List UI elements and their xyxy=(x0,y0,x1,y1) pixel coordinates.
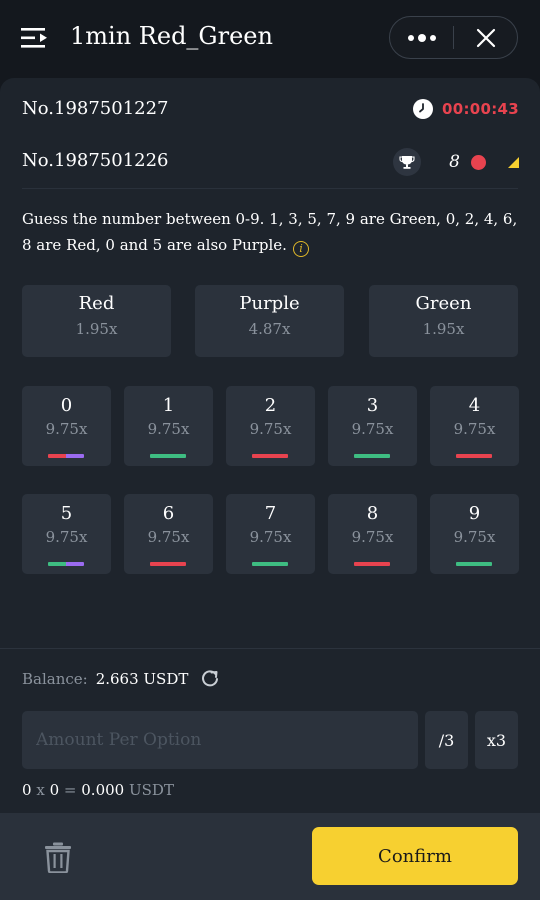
option-odds: 1.95x xyxy=(75,320,118,338)
number-label: 6 xyxy=(162,503,175,524)
summary-count: 0 xyxy=(22,781,32,799)
number-odds: 9.75x xyxy=(45,528,88,546)
number-option-8[interactable]: 8 9.75x xyxy=(328,494,417,574)
option-purple[interactable]: Purple 4.87x xyxy=(195,285,344,357)
option-odds: 4.87x xyxy=(248,320,291,338)
bet-summary: 0 x 0 = 0.000 USDT xyxy=(22,781,174,799)
summary-total: 0.000 xyxy=(81,781,125,799)
color-indicator-bar xyxy=(354,562,390,566)
number-label: 4 xyxy=(468,395,481,416)
countdown: 00:00:43 xyxy=(412,99,519,119)
number-option-6[interactable]: 6 9.75x xyxy=(124,494,213,574)
number-option-4[interactable]: 4 9.75x xyxy=(430,386,519,466)
clock-icon xyxy=(412,99,433,119)
color-indicator-bar xyxy=(150,454,186,458)
option-odds: 1.95x xyxy=(422,320,465,338)
number-odds: 9.75x xyxy=(351,528,394,546)
refresh-icon[interactable] xyxy=(200,669,220,689)
color-indicator-bar xyxy=(48,454,84,458)
previous-issue: No.1987501226 xyxy=(22,150,169,171)
number-odds: 9.75x xyxy=(453,420,496,438)
option-green[interactable]: Green 1.95x xyxy=(369,285,518,357)
color-indicator-bar xyxy=(252,562,288,566)
number-label: 5 xyxy=(60,503,73,524)
number-odds: 9.75x xyxy=(351,420,394,438)
balance-value: 2.663 USDT xyxy=(95,670,189,688)
balance-row: Balance: 2.663 USDT xyxy=(22,669,220,689)
number-label: 2 xyxy=(264,395,277,416)
color-indicator-bar xyxy=(48,562,84,566)
number-odds: 9.75x xyxy=(453,528,496,546)
footer-bar: Confirm xyxy=(0,813,540,900)
number-option-9[interactable]: 9 9.75x xyxy=(430,494,519,574)
rules-description: Guess the number between 0-9. 1, 3, 5, 7… xyxy=(22,206,522,258)
color-indicator-bar xyxy=(252,454,288,458)
number-option-2[interactable]: 2 9.75x xyxy=(226,386,315,466)
number-odds: 9.75x xyxy=(147,420,190,438)
divide-by-3-button[interactable]: /3 xyxy=(425,711,468,769)
color-indicator-bar xyxy=(456,562,492,566)
color-indicator-bar xyxy=(354,454,390,458)
number-label: 1 xyxy=(162,395,175,416)
option-label: Red xyxy=(78,293,115,314)
bet-panel: Balance: 2.663 USDT /3 x3 0 x 0 = 0.000 … xyxy=(0,648,540,813)
number-option-5[interactable]: 5 9.75x xyxy=(22,494,111,574)
number-label: 8 xyxy=(366,503,379,524)
trophy-icon xyxy=(393,148,422,176)
summary-amount: 0 xyxy=(49,781,60,799)
number-odds: 9.75x xyxy=(45,420,88,438)
multiply-by-3-button[interactable]: x3 xyxy=(475,711,518,769)
option-label: Purple xyxy=(239,293,300,314)
header-bar: 1min Red_Green xyxy=(0,0,540,78)
window-capsule xyxy=(389,16,518,59)
number-option-0[interactable]: 0 9.75x xyxy=(22,386,111,466)
number-option-7[interactable]: 7 9.75x xyxy=(226,494,315,574)
expand-triangle-icon[interactable] xyxy=(508,156,519,168)
balance-label: Balance: xyxy=(22,670,88,688)
close-icon xyxy=(476,28,496,47)
summary-equals: = xyxy=(63,781,77,799)
page-title: 1min Red_Green xyxy=(70,22,273,50)
countdown-timer: 00:00:43 xyxy=(441,100,519,118)
info-icon[interactable]: i xyxy=(292,241,309,257)
confirm-button[interactable]: Confirm xyxy=(312,827,518,885)
previous-result-number: 8 xyxy=(449,152,460,172)
option-label: Green xyxy=(415,293,472,314)
amount-input[interactable] xyxy=(22,711,418,769)
number-odds: 9.75x xyxy=(249,528,292,546)
trash-icon[interactable] xyxy=(44,841,72,873)
number-option-1[interactable]: 1 9.75x xyxy=(124,386,213,466)
number-label: 3 xyxy=(366,395,379,416)
option-red[interactable]: Red 1.95x xyxy=(22,285,171,357)
number-odds: 9.75x xyxy=(249,420,292,438)
number-label: 9 xyxy=(468,503,481,524)
capsule-divider xyxy=(453,26,454,49)
summary-times: x xyxy=(36,781,45,799)
close-button[interactable] xyxy=(455,17,517,58)
number-label: 7 xyxy=(264,503,277,524)
more-icon xyxy=(406,33,438,42)
menu-icon[interactable] xyxy=(21,26,49,50)
color-indicator-bar xyxy=(150,562,186,566)
number-option-3[interactable]: 3 9.75x xyxy=(328,386,417,466)
number-label: 0 xyxy=(60,395,73,416)
color-indicator-bar xyxy=(456,454,492,458)
game-panel: No.1987501227 00:00:43 No.1987501226 8 G… xyxy=(0,78,540,648)
current-issue: No.1987501227 xyxy=(22,98,169,119)
rules-text: Guess the number between 0-9. 1, 3, 5, 7… xyxy=(22,210,518,254)
summary-currency: USDT xyxy=(129,781,174,799)
number-odds: 9.75x xyxy=(147,528,190,546)
divider xyxy=(22,188,518,189)
previous-result[interactable]: 8 xyxy=(393,148,519,176)
previous-result-color-dot xyxy=(471,154,486,170)
more-button[interactable] xyxy=(390,17,454,58)
